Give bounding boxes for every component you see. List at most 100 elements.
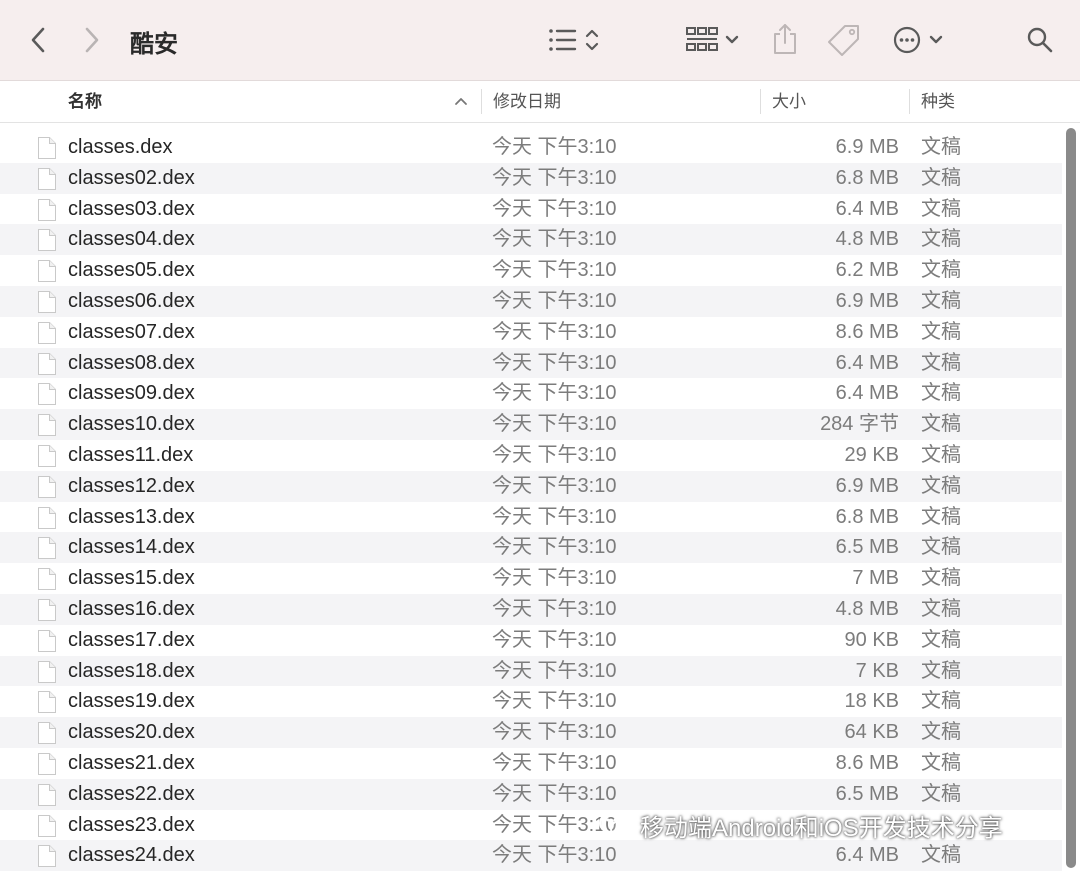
document-icon <box>38 444 56 467</box>
document-icon <box>38 229 56 252</box>
document-icon <box>38 137 56 159</box>
file-name: classes16.dex <box>68 597 195 620</box>
file-row[interactable]: classes02.dex 今天 下午3:10 6.8 MB 文稿 <box>0 162 1062 194</box>
file-size: 6.9 MB <box>835 136 899 158</box>
chevron-left-icon <box>31 27 45 53</box>
file-size: 6.4 MB <box>835 844 899 867</box>
file-modified-date: 今天 下午3:10 <box>492 536 617 559</box>
file-kind: 文稿 <box>921 844 961 867</box>
file-kind: 文稿 <box>921 505 961 528</box>
back-button[interactable] <box>24 24 52 56</box>
file-modified-date: 今天 下午3:10 <box>492 166 617 189</box>
document-icon <box>38 568 56 591</box>
share-button[interactable] <box>770 20 800 58</box>
group-view-button[interactable] <box>684 24 742 56</box>
file-size: 284 字节 <box>820 413 899 436</box>
file-row[interactable]: classes03.dex 今天 下午3:10 6.4 MB 文稿 <box>0 194 1062 225</box>
search-button[interactable] <box>1024 24 1056 56</box>
column-divider[interactable] <box>760 89 761 114</box>
document-icon <box>38 352 56 375</box>
file-modified-date: 今天 下午3:10 <box>492 289 617 312</box>
file-row[interactable]: classes07.dex 今天 下午3:10 8.6 MB 文稿 <box>0 317 1062 348</box>
file-row[interactable]: classes05.dex 今天 下午3:10 6.2 MB 文稿 <box>0 255 1062 286</box>
document-icon <box>38 414 56 437</box>
file-row[interactable]: classes24.dex 今天 下午3:10 6.4 MB 文稿 <box>0 840 1062 872</box>
file-row[interactable]: classes.dex 今天 下午3:10 6.9 MB 文稿 <box>0 132 1062 163</box>
document-icon <box>38 290 56 313</box>
document-icon <box>38 691 56 714</box>
more-icon <box>893 26 943 54</box>
file-row[interactable]: classes16.dex 今天 下午3:10 4.8 MB 文稿 <box>0 593 1062 625</box>
file-size: 6.5 MB <box>835 536 899 559</box>
document-icon <box>38 383 56 406</box>
tag-button[interactable] <box>826 22 862 58</box>
file-kind: 文稿 <box>921 259 961 282</box>
file-modified-date: 今天 下午3:10 <box>492 597 617 620</box>
file-name: classes02.dex <box>68 166 195 189</box>
column-divider[interactable] <box>481 89 482 114</box>
file-row[interactable]: classes22.dex 今天 下午3:10 6.5 MB 文稿 <box>0 778 1062 810</box>
watermark: 移动端Android和iOS开发技术分享 <box>598 808 1003 843</box>
file-name: classes09.dex <box>68 382 195 405</box>
file-row[interactable]: classes11.dex 今天 下午3:10 29 KB 文稿 <box>0 440 1062 471</box>
more-actions-button[interactable] <box>890 24 948 56</box>
file-kind: 文稿 <box>921 474 961 497</box>
file-size: 6.8 MB <box>835 505 899 528</box>
file-modified-date: 今天 下午3:10 <box>492 474 617 497</box>
file-name: classes17.dex <box>68 628 195 651</box>
tag-icon <box>828 25 859 56</box>
file-row[interactable]: classes13.dex 今天 下午3:10 6.8 MB 文稿 <box>0 502 1062 533</box>
file-name: classes12.dex <box>68 474 195 497</box>
column-header-name[interactable]: 名称 <box>68 81 102 122</box>
file-row[interactable]: classes08.dex 今天 下午3:10 6.4 MB 文稿 <box>0 347 1062 379</box>
file-size: 29 KB <box>844 443 899 466</box>
file-row[interactable]: classes18.dex 今天 下午3:10 7 KB 文稿 <box>0 655 1062 687</box>
vertical-scrollbar[interactable] <box>1066 128 1076 868</box>
file-name: classes06.dex <box>68 289 195 312</box>
document-icon <box>38 321 56 344</box>
file-size: 8.6 MB <box>835 320 899 343</box>
file-modified-date: 今天 下午3:10 <box>492 751 617 774</box>
file-size: 7 KB <box>855 659 899 682</box>
file-name: classes19.dex <box>68 690 195 713</box>
list-view-icon <box>549 29 599 51</box>
file-row[interactable]: classes21.dex 今天 下午3:10 8.6 MB 文稿 <box>0 748 1062 779</box>
file-size: 6.4 MB <box>835 197 899 220</box>
file-size: 6.9 MB <box>835 474 899 497</box>
file-name: classes05.dex <box>68 259 195 282</box>
column-divider[interactable] <box>909 89 910 114</box>
window-title: 酷安 <box>130 31 178 58</box>
column-header: 名称 修改日期 大小 种类 <box>0 81 1080 123</box>
file-size: 6.4 MB <box>835 351 899 374</box>
document-icon <box>38 752 56 775</box>
column-header-size[interactable]: 大小 <box>772 81 806 122</box>
forward-button[interactable] <box>78 24 106 56</box>
file-kind: 文稿 <box>921 382 961 405</box>
column-header-date[interactable]: 修改日期 <box>493 81 561 122</box>
file-kind: 文稿 <box>921 690 961 713</box>
column-header-kind[interactable]: 种类 <box>921 81 955 122</box>
file-row[interactable]: classes06.dex 今天 下午3:10 6.9 MB 文稿 <box>0 285 1062 317</box>
file-row[interactable]: classes12.dex 今天 下午3:10 6.9 MB 文稿 <box>0 470 1062 502</box>
document-icon <box>38 783 56 806</box>
document-icon <box>38 167 56 190</box>
file-size: 6.9 MB <box>835 289 899 312</box>
file-row[interactable]: classes04.dex 今天 下午3:10 4.8 MB 文稿 <box>0 224 1062 256</box>
document-icon <box>38 475 56 498</box>
document-icon <box>38 814 56 837</box>
file-row[interactable]: classes17.dex 今天 下午3:10 90 KB 文稿 <box>0 625 1062 656</box>
file-row[interactable]: classes15.dex 今天 下午3:10 7 MB 文稿 <box>0 563 1062 594</box>
list-view-button[interactable] <box>544 24 604 56</box>
file-row[interactable]: classes09.dex 今天 下午3:10 6.4 MB 文稿 <box>0 378 1062 409</box>
file-modified-date: 今天 下午3:10 <box>492 136 617 158</box>
file-size: 6.8 MB <box>835 166 899 189</box>
file-row[interactable]: classes19.dex 今天 下午3:10 18 KB 文稿 <box>0 686 1062 717</box>
file-kind: 文稿 <box>921 197 961 220</box>
file-size: 4.8 MB <box>835 228 899 251</box>
file-kind: 文稿 <box>921 659 961 682</box>
file-row[interactable]: classes20.dex 今天 下午3:10 64 KB 文稿 <box>0 717 1062 748</box>
wechat-icon <box>599 811 632 838</box>
file-row[interactable]: classes10.dex 今天 下午3:10 284 字节 文稿 <box>0 409 1062 440</box>
file-row[interactable]: classes14.dex 今天 下午3:10 6.5 MB 文稿 <box>0 532 1062 564</box>
file-kind: 文稿 <box>921 351 961 374</box>
